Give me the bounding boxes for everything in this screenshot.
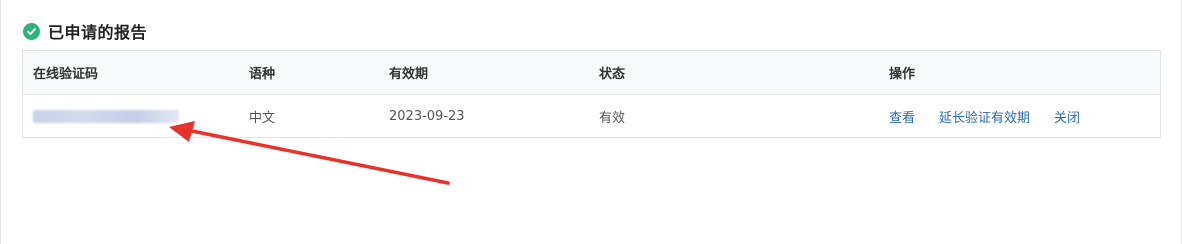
view-link[interactable]: 查看: [889, 107, 915, 126]
status-cell: 有效: [599, 110, 626, 126]
table-row: 中文 2023-09-23 有效 查看 延长验证有效期 关闭: [23, 95, 1160, 137]
reports-table: 在线验证码 语种 有效期 状态 操作 中文 2023-09-23 有效 查看 延…: [22, 50, 1161, 138]
header-valid-until: 有效期: [389, 67, 429, 82]
check-circle-icon: [23, 22, 40, 40]
table-header-row: 在线验证码 语种 有效期 状态 操作: [23, 51, 1160, 95]
blurred-verification-code: [33, 109, 179, 123]
language-cell: 中文: [249, 110, 276, 126]
extend-validity-link[interactable]: 延长验证有效期: [939, 107, 1030, 126]
report-page: 已申请的报告 在线验证码 语种 有效期 状态 操作 中文 2023-09-23 …: [0, 0, 1182, 244]
header-actions: 操作: [889, 67, 916, 82]
header-code: 在线验证码: [33, 67, 99, 82]
close-link[interactable]: 关闭: [1054, 107, 1080, 126]
header-status: 状态: [599, 67, 626, 82]
section-header: 已申请的报告: [23, 20, 147, 42]
section-title: 已申请的报告: [48, 23, 148, 42]
header-language: 语种: [249, 67, 276, 82]
valid-until-cell: 2023-09-23: [389, 108, 465, 124]
verification-code-cell[interactable]: [33, 95, 179, 137]
actions-cell: 查看 延长验证有效期 关闭: [889, 95, 1080, 137]
